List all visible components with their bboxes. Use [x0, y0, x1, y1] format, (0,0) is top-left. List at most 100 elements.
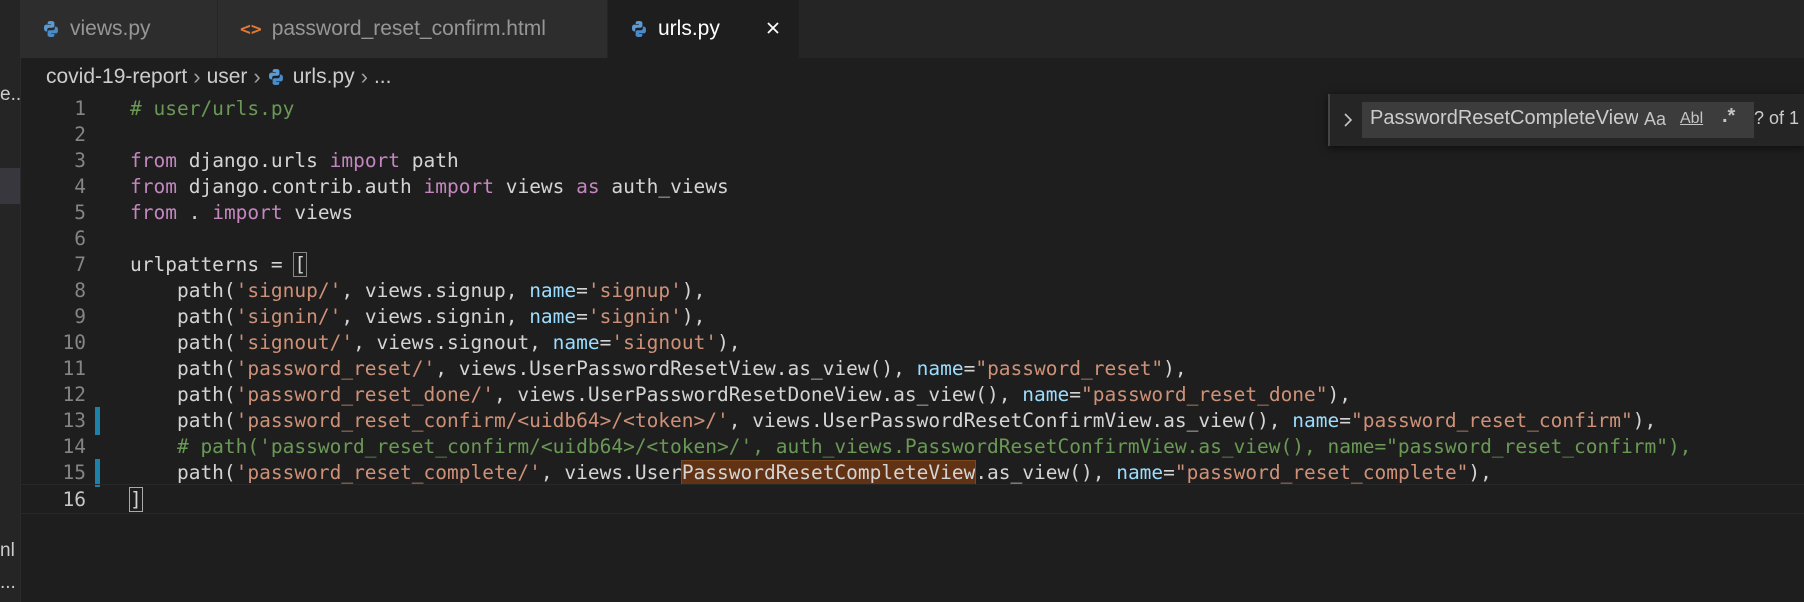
code-token: views: [493, 175, 577, 198]
code-token: 'signin': [587, 305, 682, 328]
breadcrumb: covid-19-report › user › urls.py › ...: [46, 62, 391, 92]
code-token: "password_reset_complete": [1174, 461, 1469, 484]
code-token: , views.signout,: [353, 331, 553, 354]
code-token: .as_view(),: [975, 461, 1117, 484]
code-token: , views.UserPasswordResetView.as_view(),: [435, 357, 917, 380]
python-icon: [267, 68, 285, 86]
modified-line-marker[interactable]: [95, 407, 100, 435]
code-token: from: [130, 149, 177, 172]
python-icon: [42, 20, 60, 38]
close-icon[interactable]: [761, 16, 785, 40]
code-token: "password_reset": [975, 357, 1164, 380]
code-token: django.urls: [176, 149, 330, 172]
code-token: import: [212, 201, 283, 224]
chevron-right-icon: ›: [253, 64, 261, 89]
whole-word-toggle[interactable]: Abl: [1680, 108, 1703, 130]
code-token: name: [529, 279, 577, 302]
python-icon: [630, 20, 648, 38]
breadcrumb-item[interactable]: user: [207, 65, 248, 89]
code-token: django.contrib.auth: [176, 175, 424, 198]
code-token: ),: [717, 331, 741, 354]
code-token: ),: [681, 279, 706, 302]
find-input-value: PasswordResetCompleteView: [1370, 107, 1638, 129]
code-token: 'signup': [587, 279, 682, 302]
code-token: ),: [1468, 461, 1492, 484]
code-token: name: [916, 357, 964, 380]
find-match-highlight: PasswordResetCompleteView: [680, 460, 977, 485]
code-token: , views.User: [540, 461, 682, 484]
code-token: path(: [130, 461, 236, 484]
find-input[interactable]: PasswordResetCompleteView Aa Abl .*: [1362, 102, 1754, 138]
code-token: from: [130, 175, 177, 198]
explorer-selected-row[interactable]: [0, 168, 20, 204]
code-token: 'password_reset_confirm/<uidb64>/<token>…: [235, 409, 729, 432]
code-token: ),: [681, 305, 706, 328]
code-line[interactable]: 16]: [20, 484, 1804, 514]
code-token: name: [1022, 383, 1070, 406]
code-token: =: [1339, 409, 1352, 432]
chevron-right-icon: ›: [360, 64, 368, 89]
vscode-window: e... nl ... views.py <> password_reset_c…: [0, 0, 1804, 602]
code-token: , views.UserPasswordResetConfirmView.as_…: [728, 409, 1293, 432]
explorer-fragment: ...: [0, 572, 16, 593]
tab-urls-py[interactable]: urls.py: [608, 0, 800, 58]
explorer-fragment: nl: [0, 540, 15, 561]
code-token: # user/urls.py: [130, 97, 295, 120]
code-token: as: [576, 175, 600, 198]
code-token: "password_reset_done": [1080, 383, 1328, 406]
code-token: "password_reset_confirm": [1351, 409, 1633, 432]
code-token: 'signin/': [235, 305, 342, 328]
modified-line-marker[interactable]: [95, 459, 100, 487]
html-icon: <>: [240, 18, 262, 40]
tab-views-py[interactable]: views.py: [20, 0, 218, 58]
code-token: 'signup/': [235, 279, 342, 302]
regex-toggle[interactable]: .*: [1722, 105, 1735, 127]
explorer-fragment: e...: [0, 84, 21, 105]
code-token: =: [576, 305, 588, 328]
tab-label: password_reset_confirm.html: [271, 17, 546, 40]
code-token: 'password_reset/': [235, 357, 436, 380]
code-token: =: [576, 279, 588, 302]
code-text: ]: [129, 485, 143, 515]
code-token: views: [282, 201, 354, 224]
code-token: path(: [130, 383, 236, 406]
breadcrumb-item[interactable]: covid-19-report: [46, 65, 187, 89]
code-token: path: [400, 149, 459, 172]
code-token: auth_views: [599, 175, 729, 198]
code-token: =: [1069, 383, 1081, 406]
code-token: =: [1163, 461, 1175, 484]
code-token: [: [293, 252, 308, 277]
code-token: name: [529, 305, 577, 328]
tab-password-reset-confirm-html[interactable]: <> password_reset_confirm.html: [218, 0, 608, 58]
code-token: ]: [129, 487, 143, 512]
code-token: path(: [130, 305, 236, 328]
code-token: ),: [1327, 383, 1352, 406]
breadcrumb-item[interactable]: urls.py: [293, 65, 355, 89]
code-token: path(: [130, 279, 236, 302]
code-token: .: [176, 201, 213, 224]
code-token: , views.signin,: [341, 305, 530, 328]
line-number: 16: [62, 488, 86, 511]
chevron-right-icon[interactable]: [1338, 108, 1358, 132]
code-token: path(: [130, 409, 236, 432]
code-token: ),: [1163, 357, 1187, 380]
code-token: # path('password_reset_confirm/<uidb64>/…: [130, 435, 1692, 458]
code-token: import: [423, 175, 494, 198]
breadcrumb-item[interactable]: ...: [374, 65, 392, 89]
code-token: name: [1292, 409, 1340, 432]
code-token: 'signout/': [235, 331, 354, 354]
code-token: path(: [130, 357, 236, 380]
code-token: , views.signup,: [341, 279, 530, 302]
match-case-toggle[interactable]: Aa: [1644, 108, 1666, 130]
code-token: 'password_reset_complete/': [235, 461, 541, 484]
code-token: name: [552, 331, 600, 354]
code-token: =: [599, 331, 612, 354]
code-token: path(: [130, 331, 236, 354]
explorer-strip: e... nl ...: [0, 0, 21, 602]
code-editor[interactable]: 1 # user/urls.py 2 3 from django.urls import…: [20, 96, 1804, 602]
code-token: =: [963, 357, 976, 380]
code-token: from: [130, 201, 177, 224]
code-token: , views.UserPasswordResetDoneView.as_vie…: [493, 383, 1023, 406]
tab-bar: views.py <> password_reset_confirm.html …: [20, 0, 1804, 58]
find-widget: PasswordResetCompleteView Aa Abl .* ? of…: [1328, 94, 1804, 146]
